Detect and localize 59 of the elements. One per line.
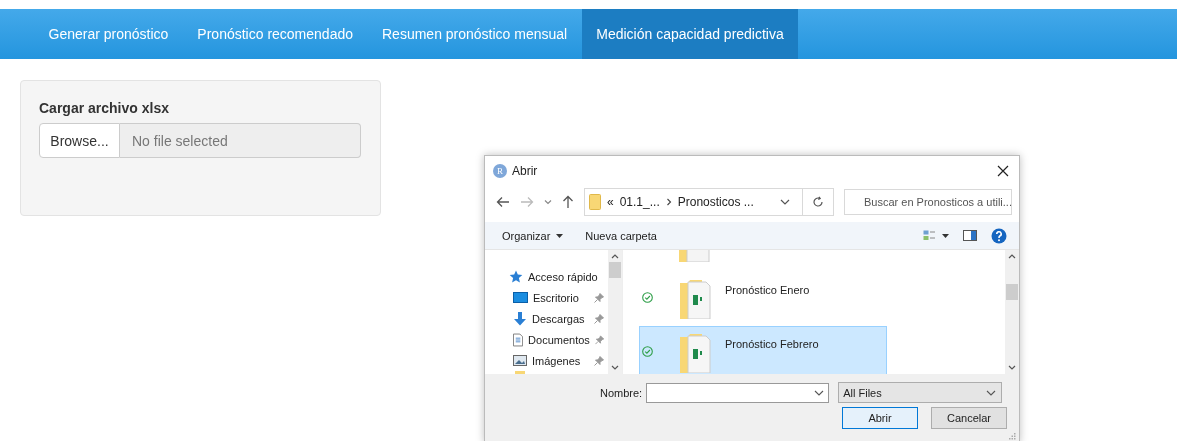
scroll-down-icon[interactable] — [611, 365, 619, 370]
file-type-dropdown[interactable]: All Files — [838, 382, 1003, 403]
browse-button[interactable]: Browse... — [39, 123, 120, 158]
app-badge: R — [493, 164, 507, 178]
scrollbar[interactable] — [1005, 250, 1019, 374]
document-icon — [513, 332, 524, 347]
resize-grip-icon[interactable] — [1009, 433, 1016, 440]
refresh-icon — [812, 196, 824, 208]
help-icon[interactable] — [991, 227, 1007, 244]
scroll-thumb[interactable] — [1006, 284, 1018, 300]
desktop-icon — [513, 291, 528, 304]
close-icon[interactable] — [997, 165, 1009, 177]
upload-label: Cargar archivo xlsx — [39, 100, 170, 116]
view-options-icon[interactable] — [923, 229, 949, 242]
pin-icon[interactable] — [594, 355, 604, 366]
pin-icon[interactable] — [594, 334, 604, 345]
chevron-down-icon[interactable] — [814, 389, 825, 396]
new-folder-button[interactable]: Nueva carpeta — [585, 229, 657, 242]
nav-item[interactable]: Documentos — [485, 329, 608, 350]
sync-check-icon — [642, 345, 653, 357]
scroll-down-icon[interactable] — [1008, 365, 1016, 370]
scroll-up-icon[interactable] — [611, 254, 619, 259]
open-button[interactable]: Abrir — [842, 407, 918, 429]
file-item[interactable]: Pronóstico Febrero — [639, 326, 887, 376]
file-item[interactable]: Pronóstico Enero — [639, 272, 887, 322]
back-arrow-icon[interactable] — [496, 196, 510, 208]
breadcrumb[interactable]: Pronosticos ... — [677, 195, 754, 209]
nav-item[interactable]: Descargas — [485, 308, 608, 329]
breadcrumb[interactable]: 01.1_... — [619, 195, 660, 209]
scroll-thumb[interactable] — [609, 262, 621, 278]
search-field[interactable]: Buscar en Pronosticos a utili... — [844, 189, 1012, 215]
scroll-up-icon[interactable] — [1008, 254, 1016, 259]
file-name-input[interactable] — [646, 382, 830, 403]
star-icon — [509, 270, 523, 283]
download-arrow-icon — [513, 311, 527, 326]
excel-folder-icon — [680, 279, 712, 319]
scrollbar[interactable] — [608, 250, 622, 374]
up-arrow-icon[interactable] — [562, 195, 574, 209]
chevron-right-icon — [665, 198, 672, 206]
pin-icon[interactable] — [594, 313, 604, 324]
image-icon — [513, 355, 527, 366]
nav-item[interactable]: Escritorio — [485, 287, 608, 308]
preview-pane-icon[interactable] — [963, 230, 977, 241]
nav-item[interactable]: Imágenes — [485, 350, 608, 371]
pin-icon[interactable] — [594, 292, 604, 303]
chevron-down-icon — [986, 389, 997, 396]
dialog-title: Abrir — [512, 164, 539, 178]
nav-item[interactable]: Acceso rápido — [485, 266, 608, 287]
cancel-button[interactable]: Cancelar — [931, 407, 1007, 429]
organize-menu[interactable]: Organizar — [502, 229, 564, 242]
nav-tab[interactable]: Medición capacidad predictiva — [581, 9, 799, 59]
address-bar[interactable]: « 01.1_... Pronosticos ... — [584, 188, 834, 216]
file-name-field[interactable]: No file selected — [120, 123, 361, 158]
sync-check-icon — [642, 291, 653, 303]
caret-icon — [556, 233, 564, 238]
overflow-marker[interactable]: « — [607, 195, 614, 209]
file-name-label: Nombre: — [600, 386, 643, 399]
folder-icon — [589, 194, 601, 210]
chevron-down-icon[interactable] — [780, 199, 790, 205]
